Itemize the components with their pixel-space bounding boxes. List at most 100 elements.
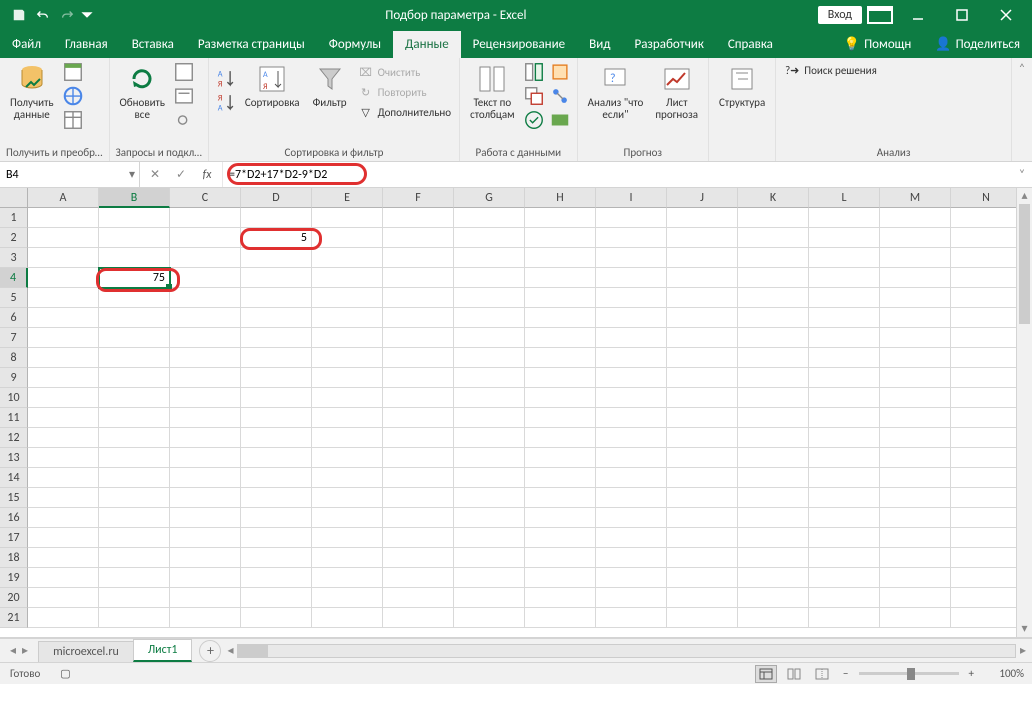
cell[interactable]: [667, 568, 738, 588]
cell[interactable]: [596, 508, 667, 528]
from-web-icon[interactable]: [62, 85, 84, 107]
from-table-icon[interactable]: [62, 109, 84, 131]
cell[interactable]: [951, 448, 1022, 468]
cell[interactable]: [951, 368, 1022, 388]
row-header[interactable]: 14: [0, 468, 28, 488]
cell[interactable]: [667, 248, 738, 268]
cell[interactable]: [170, 348, 241, 368]
cell[interactable]: [99, 208, 170, 228]
cell[interactable]: [596, 528, 667, 548]
cell[interactable]: [170, 288, 241, 308]
row-header[interactable]: 9: [0, 368, 28, 388]
cell[interactable]: [809, 308, 880, 328]
cell[interactable]: [525, 568, 596, 588]
cell[interactable]: [596, 608, 667, 628]
tab-review[interactable]: Рецензирование: [461, 31, 577, 58]
cancel-formula-icon[interactable]: ✕: [146, 166, 164, 184]
cell[interactable]: [596, 568, 667, 588]
cell[interactable]: [170, 328, 241, 348]
cell[interactable]: [28, 248, 99, 268]
cell[interactable]: [738, 588, 809, 608]
cell[interactable]: [809, 608, 880, 628]
page-layout-view-icon[interactable]: [783, 665, 805, 683]
cell[interactable]: [525, 328, 596, 348]
cell[interactable]: [738, 468, 809, 488]
cell[interactable]: [596, 408, 667, 428]
cell[interactable]: [454, 488, 525, 508]
cell[interactable]: [99, 568, 170, 588]
data-validation-icon[interactable]: [523, 109, 545, 131]
cell[interactable]: [880, 208, 951, 228]
cell[interactable]: [454, 468, 525, 488]
cell[interactable]: [667, 268, 738, 288]
cell[interactable]: [596, 368, 667, 388]
cell[interactable]: [667, 588, 738, 608]
cell[interactable]: [312, 608, 383, 628]
cell[interactable]: [383, 608, 454, 628]
cell[interactable]: [880, 248, 951, 268]
cell[interactable]: [596, 588, 667, 608]
cell[interactable]: [525, 468, 596, 488]
cell[interactable]: [525, 488, 596, 508]
row-header[interactable]: 5: [0, 288, 28, 308]
tab-view[interactable]: Вид: [577, 31, 622, 58]
cell[interactable]: [241, 368, 312, 388]
cell[interactable]: [454, 448, 525, 468]
column-header[interactable]: M: [880, 188, 951, 208]
cell[interactable]: [241, 428, 312, 448]
cell[interactable]: [312, 588, 383, 608]
cell[interactable]: [383, 468, 454, 488]
cell[interactable]: [383, 288, 454, 308]
cell[interactable]: [951, 548, 1022, 568]
cell[interactable]: [951, 228, 1022, 248]
column-header[interactable]: F: [383, 188, 454, 208]
cell[interactable]: [596, 288, 667, 308]
cell[interactable]: [28, 488, 99, 508]
row-header[interactable]: 7: [0, 328, 28, 348]
cell[interactable]: [383, 428, 454, 448]
reapply-filter-button[interactable]: ↻Повторить: [356, 83, 453, 101]
column-header[interactable]: J: [667, 188, 738, 208]
cell[interactable]: [809, 288, 880, 308]
row-header[interactable]: 1: [0, 208, 28, 228]
cell[interactable]: [170, 368, 241, 388]
cell[interactable]: [880, 448, 951, 468]
cell[interactable]: [951, 528, 1022, 548]
sheet-nav-next-icon[interactable]: ▸: [22, 643, 28, 658]
cell[interactable]: [525, 508, 596, 528]
cell[interactable]: [667, 608, 738, 628]
cell[interactable]: [454, 248, 525, 268]
cell[interactable]: [241, 468, 312, 488]
clear-filter-button[interactable]: ⌧Очистить: [356, 63, 453, 81]
cell[interactable]: [28, 328, 99, 348]
cell[interactable]: [170, 568, 241, 588]
cell[interactable]: [880, 428, 951, 448]
cell[interactable]: [241, 208, 312, 228]
row-header[interactable]: 21: [0, 608, 28, 628]
cell[interactable]: [170, 548, 241, 568]
cell[interactable]: [525, 268, 596, 288]
remove-duplicates-icon[interactable]: [523, 85, 545, 107]
cell[interactable]: [951, 348, 1022, 368]
cell[interactable]: [951, 248, 1022, 268]
cell[interactable]: [170, 448, 241, 468]
flash-fill-icon[interactable]: [523, 61, 545, 83]
cell[interactable]: [170, 408, 241, 428]
cell[interactable]: [880, 488, 951, 508]
column-header[interactable]: H: [525, 188, 596, 208]
cell[interactable]: [383, 308, 454, 328]
cell[interactable]: [596, 548, 667, 568]
cell[interactable]: [880, 508, 951, 528]
row-header[interactable]: 13: [0, 448, 28, 468]
cell[interactable]: [241, 528, 312, 548]
cell[interactable]: [170, 248, 241, 268]
sheet-nav-prev-icon[interactable]: ◂: [10, 643, 16, 658]
cell[interactable]: [667, 548, 738, 568]
cell[interactable]: [241, 408, 312, 428]
cell[interactable]: [880, 288, 951, 308]
cell[interactable]: [454, 588, 525, 608]
cell[interactable]: [241, 328, 312, 348]
cell[interactable]: [667, 368, 738, 388]
solver-button[interactable]: ?➜ Поиск решения: [782, 61, 879, 79]
cell[interactable]: [28, 308, 99, 328]
